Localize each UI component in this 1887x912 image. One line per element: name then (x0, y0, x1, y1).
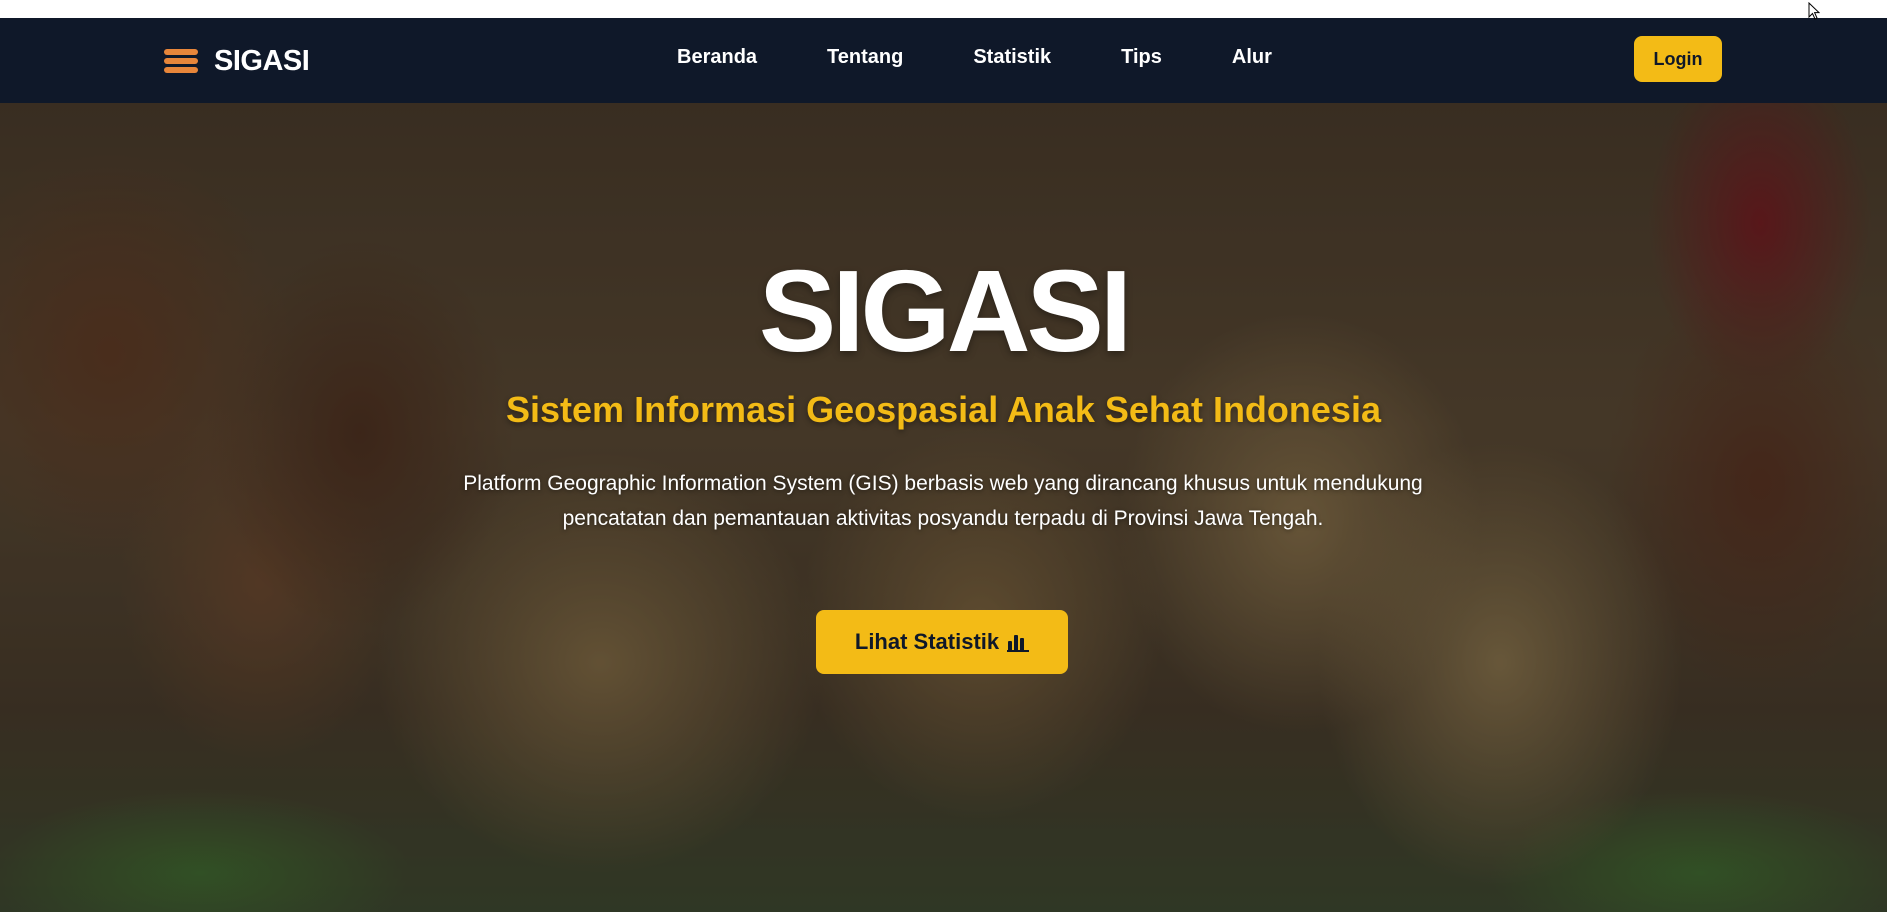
mouse-cursor-icon (1808, 2, 1820, 20)
hero-section: SIGASI Sistem Informasi Geospasial Anak … (0, 103, 1887, 912)
view-statistics-button[interactable]: Lihat Statistik (816, 610, 1068, 674)
navbar: SIGASI Beranda Tentang Statistik Tips Al… (0, 18, 1887, 103)
nav-link-tentang[interactable]: Tentang (827, 46, 903, 69)
hero-title: SIGASI (758, 246, 1132, 376)
hero-subtitle: Sistem Informasi Geospasial Anak Sehat I… (506, 389, 1381, 430)
view-statistics-label: Lihat Statistik (854, 629, 1000, 654)
hero-description: Platform Geographic Information System (… (463, 472, 1423, 530)
bar-chart-icon (1007, 635, 1030, 652)
nav-menu: Beranda Tentang Statistik Tips Alur (677, 46, 1272, 69)
brand-name: SIGASI (214, 44, 310, 77)
nav-link-tips[interactable]: Tips (1121, 46, 1162, 69)
brand-logo-link[interactable]: SIGASI (162, 44, 310, 78)
nav-link-beranda[interactable]: Beranda (677, 46, 757, 69)
nav-link-statistik[interactable]: Statistik (973, 46, 1051, 69)
login-button[interactable]: Login (1634, 36, 1722, 82)
nav-link-alur[interactable]: Alur (1232, 46, 1272, 69)
stacked-lines-logo-icon (164, 49, 198, 73)
